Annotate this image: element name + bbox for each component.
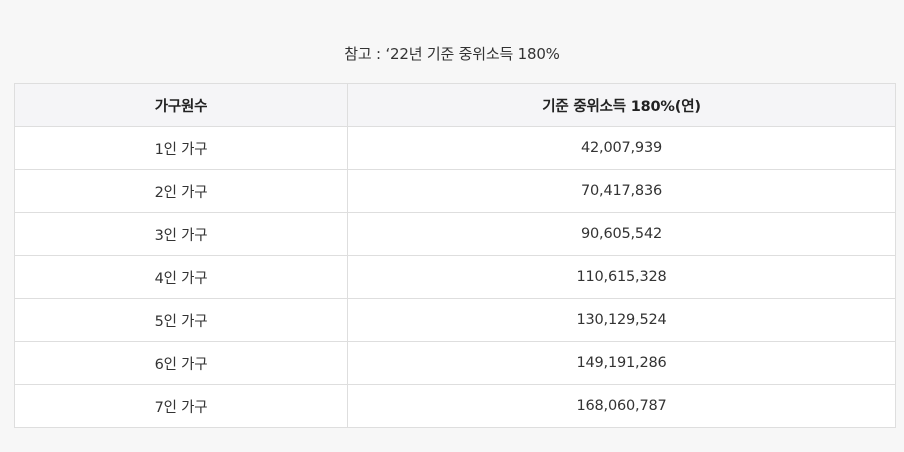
household-size-cell: 7인 가구 — [14, 384, 348, 428]
household-size-cell: 6인 가구 — [14, 341, 348, 385]
income-cell: 70,417,836 — [347, 169, 896, 213]
household-size-cell: 3인 가구 — [14, 212, 348, 256]
table-row: 2인 가구 70,417,836 — [14, 169, 896, 213]
income-cell: 42,007,939 — [347, 126, 896, 170]
table-header-row: 가구원수 기준 중위소득 180%(연) — [14, 83, 896, 127]
household-size-cell: 4인 가구 — [14, 255, 348, 299]
income-cell: 130,129,524 — [347, 298, 896, 342]
header-median-income: 기준 중위소득 180%(연) — [347, 83, 896, 127]
household-size-cell: 1인 가구 — [14, 126, 348, 170]
income-cell: 90,605,542 — [347, 212, 896, 256]
median-income-table: 가구원수 기준 중위소득 180%(연) 1인 가구 42,007,939 2인… — [14, 83, 896, 428]
header-household-size: 가구원수 — [14, 83, 348, 127]
table-row: 4인 가구 110,615,328 — [14, 255, 896, 299]
income-cell: 149,191,286 — [347, 341, 896, 385]
table-row: 6인 가구 149,191,286 — [14, 341, 896, 385]
household-size-cell: 2인 가구 — [14, 169, 348, 213]
household-size-cell: 5인 가구 — [14, 298, 348, 342]
table-row: 7인 가구 168,060,787 — [14, 384, 896, 428]
income-cell: 168,060,787 — [347, 384, 896, 428]
table-row: 3인 가구 90,605,542 — [14, 212, 896, 256]
table-row: 5인 가구 130,129,524 — [14, 298, 896, 342]
income-cell: 110,615,328 — [347, 255, 896, 299]
table-caption: 참고 : ‘22년 기준 중위소득 180% — [344, 45, 560, 63]
table-row: 1인 가구 42,007,939 — [14, 126, 896, 170]
